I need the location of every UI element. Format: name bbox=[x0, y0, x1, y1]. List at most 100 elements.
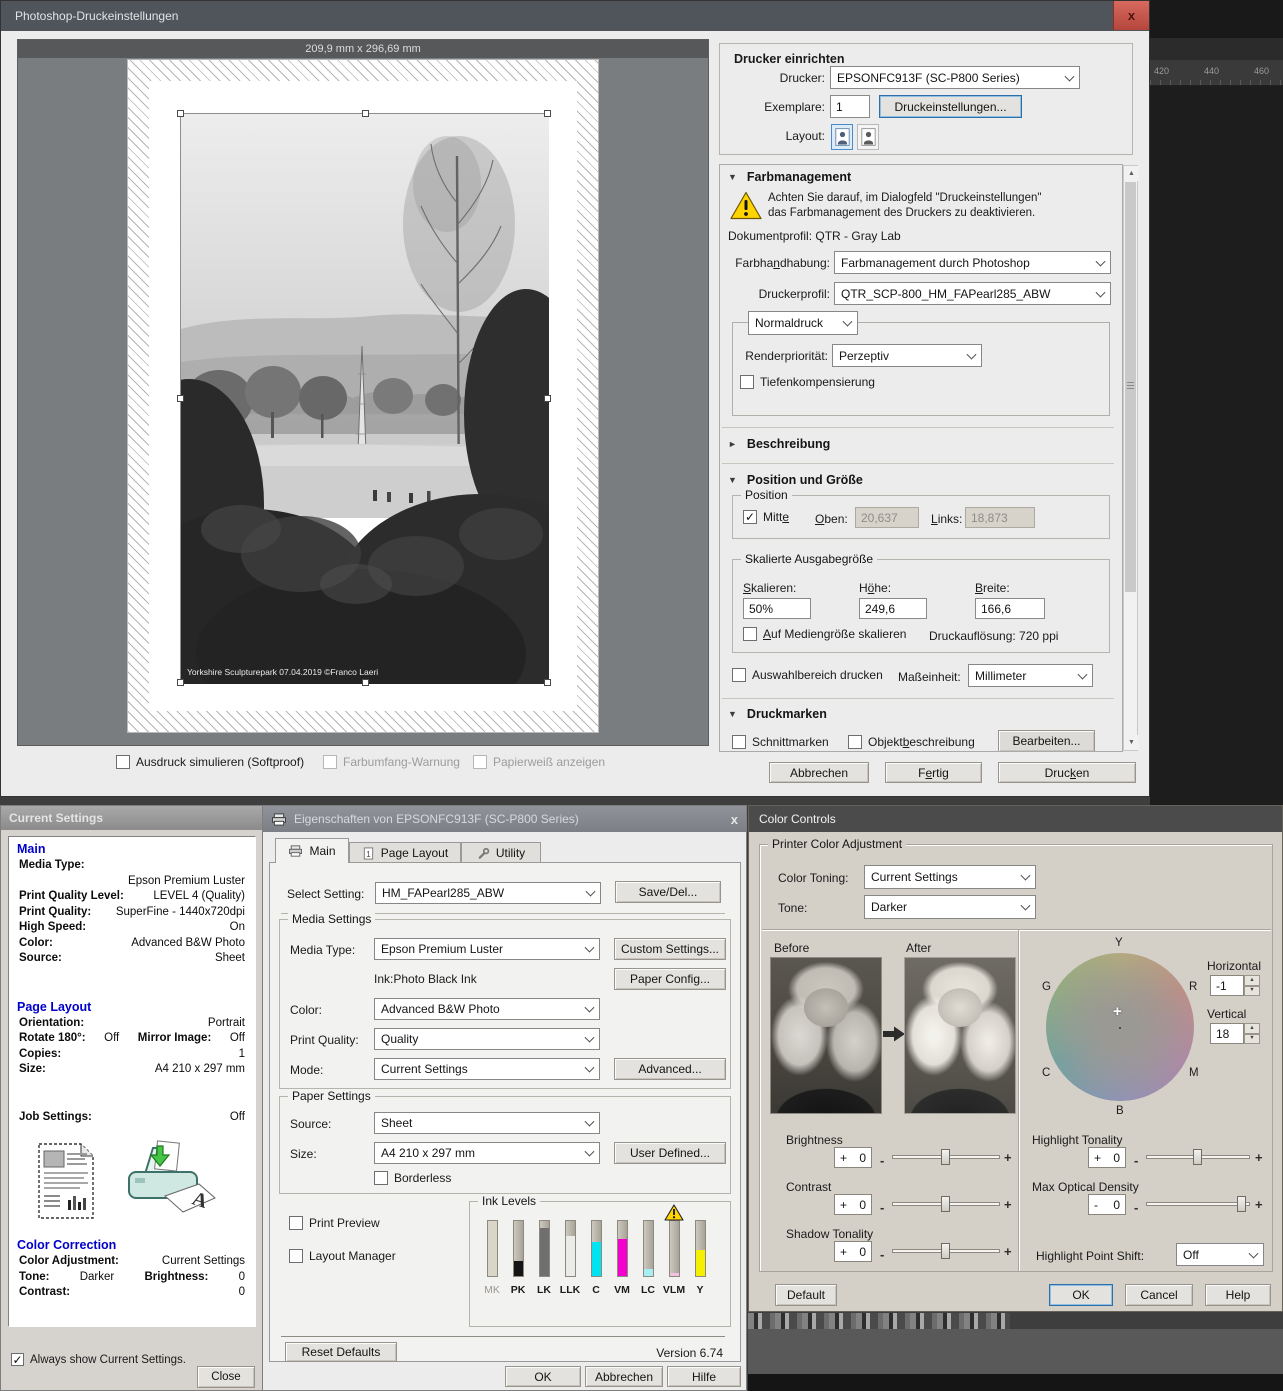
max-optical-density-value-box[interactable]: -0 bbox=[1088, 1194, 1126, 1215]
resize-handle[interactable] bbox=[362, 679, 369, 686]
slider-thumb[interactable] bbox=[941, 1243, 950, 1259]
color-toning-select[interactable]: Current Settings bbox=[864, 865, 1036, 889]
cancel-button[interactable]: Cancel bbox=[1125, 1284, 1193, 1306]
brightness-value-box[interactable]: +0 bbox=[834, 1147, 872, 1168]
checkbox-print-preview[interactable]: Print Preview bbox=[289, 1216, 380, 1230]
settings-scrollbar[interactable]: ▲ ▼ bbox=[1123, 165, 1138, 751]
checkbox-box[interactable] bbox=[740, 375, 754, 389]
highlight-tonality-slider[interactable] bbox=[1146, 1155, 1250, 1159]
checkbox-box[interactable] bbox=[743, 627, 757, 641]
checkbox-gamut-warning[interactable]: Farbumfang-Warnung bbox=[323, 755, 460, 769]
user-defined-button[interactable]: User Defined... bbox=[614, 1142, 726, 1164]
cancel-button[interactable]: Abbrechen bbox=[769, 762, 869, 783]
checkbox-paper-white[interactable]: Papierweiß anzeigen bbox=[473, 755, 605, 769]
scale-input[interactable]: 50% bbox=[743, 598, 811, 619]
checkbox-box[interactable] bbox=[743, 510, 757, 524]
expand-triangle-icon[interactable]: ► bbox=[728, 439, 737, 449]
checkbox-print-selected-area[interactable]: Auswahlbereich drucken bbox=[732, 668, 883, 682]
checkbox-box[interactable] bbox=[289, 1249, 303, 1263]
titlebar[interactable]: Current Settings bbox=[1, 806, 262, 830]
close-icon[interactable]: x bbox=[731, 812, 738, 827]
section-print-marks[interactable]: ▼ Druckmarken bbox=[728, 707, 827, 721]
reset-defaults-button[interactable]: Reset Defaults bbox=[285, 1342, 397, 1362]
resize-handle[interactable] bbox=[544, 679, 551, 686]
checkbox-box[interactable] bbox=[289, 1216, 303, 1230]
resize-handle[interactable] bbox=[544, 110, 551, 117]
media-type-select[interactable]: Epson Premium Luster bbox=[374, 938, 600, 960]
section-description[interactable]: ► Beschreibung bbox=[728, 437, 830, 451]
resize-handle[interactable] bbox=[362, 110, 369, 117]
checkbox-box[interactable] bbox=[473, 755, 487, 769]
titlebar[interactable]: Eigenschaften von EPSONFC913F (SC-P800 S… bbox=[263, 806, 746, 832]
print-quality-select[interactable]: Quality bbox=[374, 1028, 600, 1050]
units-select[interactable]: Millimeter bbox=[968, 664, 1093, 687]
contrast-value-box[interactable]: +0 bbox=[834, 1194, 872, 1215]
checkbox-always-show-current-settings[interactable]: Always show Current Settings. bbox=[11, 1353, 186, 1366]
shadow-tonality-value-box[interactable]: +0 bbox=[834, 1241, 872, 1262]
printer-select[interactable]: EPSONFC913F (SC-P800 Series) bbox=[830, 66, 1080, 89]
section-color-management[interactable]: ▼ Farbmanagement bbox=[728, 170, 851, 184]
left-input[interactable]: 18,873 bbox=[965, 507, 1035, 528]
help-button[interactable]: Hilfe bbox=[667, 1366, 741, 1387]
collapse-triangle-icon[interactable]: ▼ bbox=[728, 172, 737, 182]
step-down-icon[interactable]: ▼ bbox=[1244, 986, 1260, 997]
edit-marks-button[interactable]: Bearbeiten... bbox=[998, 730, 1095, 752]
done-button[interactable]: Fertig bbox=[885, 762, 982, 783]
paper-config-button[interactable]: Paper Config... bbox=[614, 968, 726, 990]
shadow-tonality-slider[interactable] bbox=[892, 1249, 1000, 1253]
section-position-size[interactable]: ▼ Position und Größe bbox=[728, 473, 863, 487]
checkbox-box[interactable] bbox=[848, 735, 862, 749]
checkbox-black-point-compensation[interactable]: Tiefenkompensierung bbox=[740, 375, 875, 389]
close-panel-button[interactable]: Close bbox=[197, 1366, 255, 1388]
copies-input[interactable]: 1 bbox=[830, 95, 870, 118]
layout-portrait-button[interactable] bbox=[831, 124, 853, 150]
tab-page-layout[interactable]: 1 Page Layout bbox=[349, 842, 461, 863]
contrast-slider[interactable] bbox=[892, 1202, 1000, 1206]
printer-profile-select[interactable]: QTR_SCP-800_HM_FAPearl285_ABW bbox=[834, 282, 1111, 305]
highlight-point-shift-select[interactable]: Off bbox=[1176, 1243, 1264, 1266]
default-button[interactable]: Default bbox=[775, 1284, 837, 1306]
horizontal-input[interactable]: -1 bbox=[1210, 975, 1244, 996]
ok-button[interactable]: OK bbox=[1049, 1284, 1113, 1306]
titlebar[interactable]: Color Controls bbox=[749, 806, 1282, 832]
resize-handle[interactable] bbox=[177, 679, 184, 686]
scroll-down-icon[interactable]: ▼ bbox=[1124, 735, 1139, 750]
checkbox-softproof[interactable]: Ausdruck simulieren (Softproof) bbox=[116, 755, 304, 769]
checkbox-borderless[interactable]: Borderless bbox=[374, 1171, 451, 1185]
mode-select[interactable]: Current Settings bbox=[374, 1058, 600, 1080]
slider-thumb[interactable] bbox=[1237, 1196, 1246, 1212]
resize-handle[interactable] bbox=[177, 395, 184, 402]
checkbox-box[interactable] bbox=[732, 668, 746, 682]
vertical-stepper[interactable]: ▲▼ bbox=[1244, 1023, 1260, 1044]
custom-settings-button[interactable]: Custom Settings... bbox=[614, 938, 726, 960]
checkbox-box[interactable] bbox=[374, 1171, 388, 1185]
tone-select[interactable]: Darker bbox=[864, 895, 1036, 919]
layout-portrait2-button[interactable] bbox=[857, 124, 879, 150]
checkbox-box[interactable] bbox=[732, 735, 746, 749]
slider-thumb[interactable] bbox=[941, 1196, 950, 1212]
help-button[interactable]: Help bbox=[1205, 1284, 1271, 1306]
tab-utility[interactable]: Utility bbox=[461, 842, 541, 863]
collapse-triangle-icon[interactable]: ▼ bbox=[728, 709, 737, 719]
wheel-cursor[interactable]: + bbox=[1113, 1003, 1122, 1020]
source-select[interactable]: Sheet bbox=[374, 1112, 600, 1134]
ok-button[interactable]: OK bbox=[505, 1366, 581, 1387]
max-optical-density-slider[interactable] bbox=[1146, 1202, 1250, 1206]
titlebar[interactable]: Photoshop-Druckeinstellungen bbox=[1, 1, 1149, 31]
advanced-button[interactable]: Advanced... bbox=[614, 1058, 726, 1080]
color-handling-select[interactable]: Farbmanagement durch Photoshop bbox=[834, 251, 1111, 274]
top-input[interactable]: 20,637 bbox=[855, 507, 919, 528]
checkbox-box[interactable] bbox=[323, 755, 337, 769]
size-select[interactable]: A4 210 x 297 mm bbox=[374, 1142, 600, 1164]
slider-thumb[interactable] bbox=[941, 1149, 950, 1165]
resize-handle[interactable] bbox=[177, 110, 184, 117]
highlight-tonality-value-box[interactable]: +0 bbox=[1088, 1147, 1126, 1168]
save-delete-button[interactable]: Save/Del... bbox=[615, 881, 721, 903]
resize-handle[interactable] bbox=[544, 395, 551, 402]
select-setting-select[interactable]: HM_FAPearl285_ABW bbox=[375, 882, 601, 904]
checkbox-box[interactable] bbox=[11, 1353, 24, 1366]
cancel-button[interactable]: Abbrechen bbox=[585, 1366, 663, 1387]
checkbox-scale-to-media[interactable]: Auf Mediengröße skalieren bbox=[743, 627, 906, 641]
slider-thumb[interactable] bbox=[1193, 1149, 1202, 1165]
horizontal-stepper[interactable]: ▲▼ bbox=[1244, 975, 1260, 996]
